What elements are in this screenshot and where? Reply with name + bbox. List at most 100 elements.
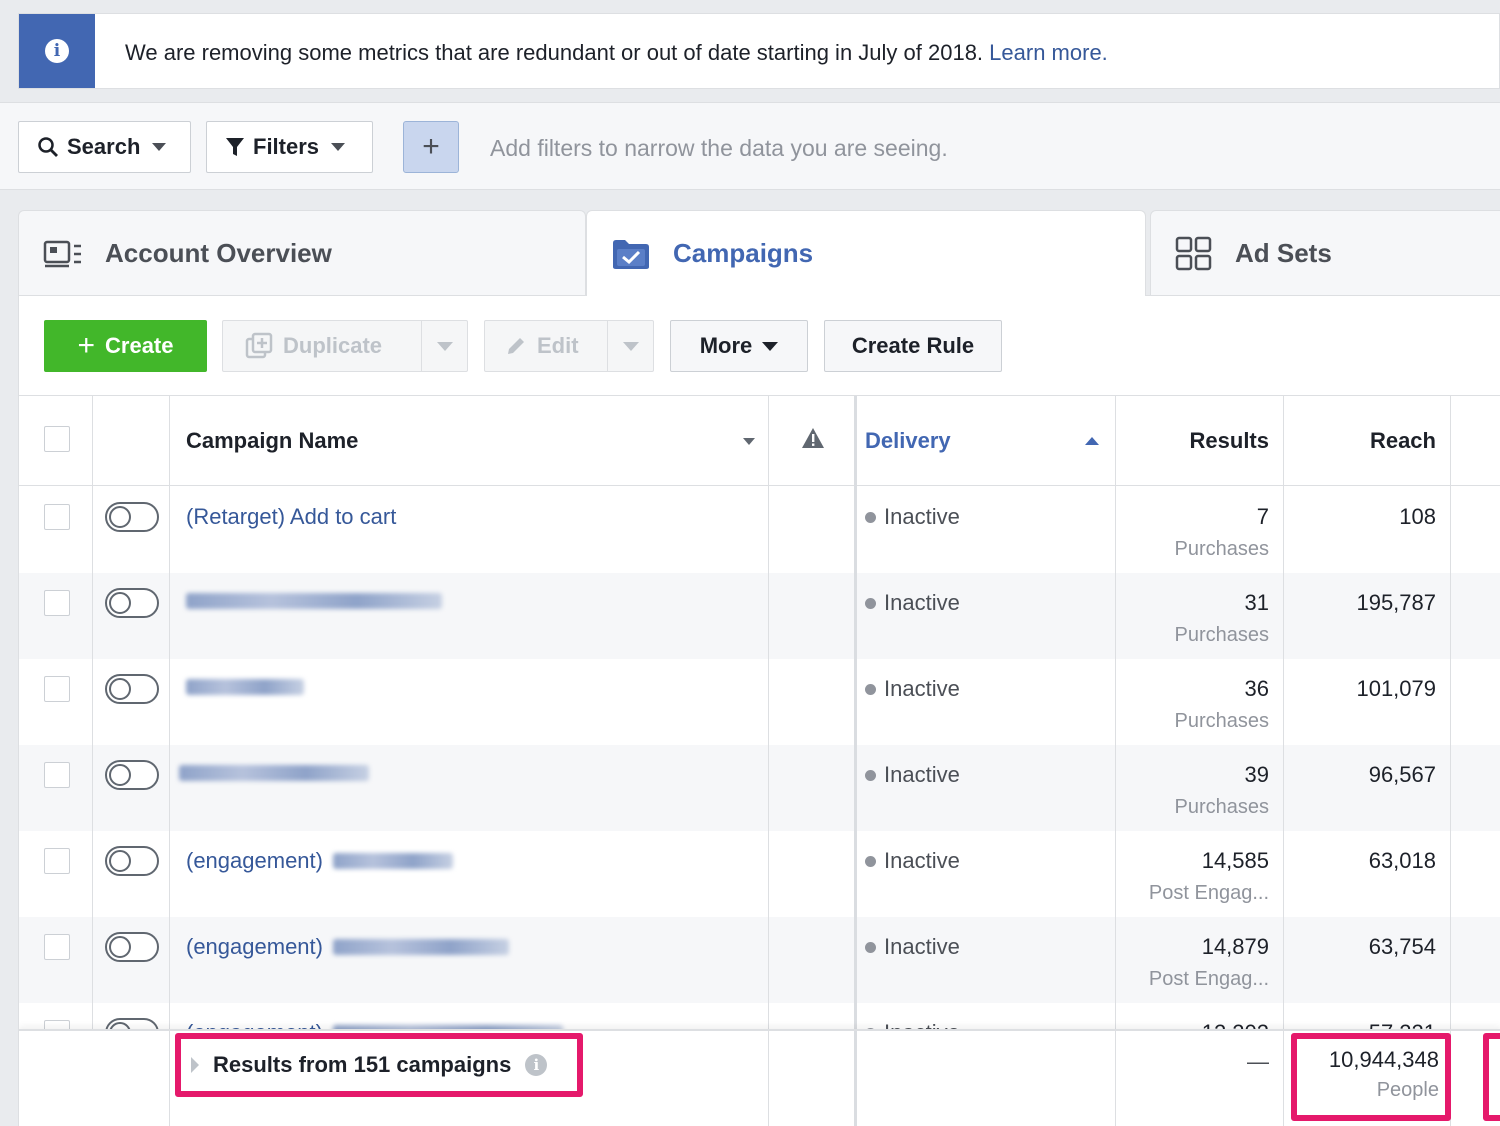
campaign-name-link[interactable] xyxy=(186,593,442,609)
results-cell: 36 Purchases xyxy=(1175,676,1270,733)
reach-value: 195,787 xyxy=(1356,590,1436,615)
delivery-status: Inactive xyxy=(865,848,960,874)
results-cell: 39 Purchases xyxy=(1175,762,1270,819)
tab-account-overview[interactable]: Account Overview xyxy=(18,210,586,296)
results-type: Post Engag... xyxy=(1148,968,1269,990)
campaign-toggle[interactable] xyxy=(105,588,159,618)
table-row[interactable]: (Retarget) Add to cart Inactive 7 Purchas… xyxy=(19,487,1500,573)
highlight-box xyxy=(1483,1033,1500,1121)
chevron-down-icon xyxy=(152,143,167,151)
column-divider xyxy=(1450,396,1451,1126)
column-divider xyxy=(1283,1031,1284,1126)
table-row[interactable]: Inactive 39 Purchases 96,567 xyxy=(19,745,1500,831)
campaign-name-link[interactable] xyxy=(179,765,369,781)
reach-value: 63,018 xyxy=(1368,848,1436,873)
campaign-toggle[interactable] xyxy=(105,846,159,876)
results-value: 31 xyxy=(1244,590,1269,615)
chevron-down-icon xyxy=(762,341,779,351)
edit-dropdown[interactable] xyxy=(607,321,653,371)
campaigns-panel: + Create Duplicate Edit More Create Rule… xyxy=(18,295,1500,1126)
tab-label: Campaigns xyxy=(673,238,814,268)
campaign-toggle[interactable] xyxy=(105,760,159,790)
toggle-knob xyxy=(109,592,131,614)
row-checkbox[interactable] xyxy=(44,504,70,530)
campaign-name-link[interactable] xyxy=(186,679,304,695)
campaign-name-link[interactable]: (engagement) xyxy=(186,934,509,960)
search-button[interactable]: Search xyxy=(18,121,191,173)
campaign-name-link[interactable]: (Retarget) Add to cart xyxy=(186,504,396,530)
campaign-name: (Retarget) Add to cart xyxy=(186,504,397,529)
create-rule-button[interactable]: Create Rule xyxy=(824,320,1002,372)
campaign-toggle[interactable] xyxy=(105,674,159,704)
info-icon: i xyxy=(45,39,69,63)
column-divider xyxy=(1283,396,1284,1126)
results-cell: 14,585 Post Engag... xyxy=(1149,848,1269,905)
row-checkbox[interactable] xyxy=(44,762,70,788)
account-overview-icon xyxy=(43,240,81,267)
row-checkbox[interactable] xyxy=(44,590,70,616)
delivery-label: Inactive xyxy=(884,934,960,959)
info-icon[interactable]: i xyxy=(525,1054,548,1076)
sort-ascending-icon[interactable] xyxy=(1085,436,1099,446)
delivery-label: Inactive xyxy=(884,504,960,529)
table-row[interactable]: Inactive 36 Purchases 101,079 xyxy=(19,659,1500,745)
add-filter-button[interactable]: + xyxy=(403,121,459,173)
duplicate-button[interactable]: Duplicate xyxy=(222,320,468,372)
ad-sets-grid-icon xyxy=(1175,236,1212,270)
tab-ad-sets[interactable]: Ad Sets xyxy=(1150,210,1500,296)
status-dot-icon xyxy=(865,683,876,695)
row-checkbox[interactable] xyxy=(44,934,70,960)
table-row[interactable]: Inactive 31 Purchases 195,787 xyxy=(19,573,1500,659)
table-row[interactable]: (engagement) Inactive 14,585 Post Engag..… xyxy=(19,831,1500,917)
select-all-checkbox[interactable] xyxy=(44,426,70,452)
column-header-campaign-name[interactable]: Campaign Name xyxy=(186,428,358,454)
more-button[interactable]: More xyxy=(670,320,808,372)
column-header-delivery[interactable]: Delivery xyxy=(865,428,951,454)
table-header: Campaign Name Delivery Results Reach xyxy=(19,396,1500,486)
redacted-name xyxy=(186,593,442,609)
column-header-results[interactable]: Results xyxy=(1190,428,1269,454)
chevron-down-icon[interactable] xyxy=(743,438,755,445)
campaign-name: (engagement) xyxy=(186,934,323,959)
results-summary-label: Results from 151 campaigns xyxy=(213,1052,512,1077)
campaign-toggle[interactable] xyxy=(105,932,159,962)
warning-icon[interactable] xyxy=(801,427,825,449)
delivery-status: Inactive xyxy=(865,590,960,616)
duplicate-icon xyxy=(245,332,273,359)
column-divider xyxy=(768,396,769,1126)
duplicate-dropdown[interactable] xyxy=(421,321,467,371)
row-checkbox[interactable] xyxy=(44,676,70,702)
reach-total: 10,944,348 People xyxy=(1291,1033,1451,1121)
campaigns-table: (Retarget) Add to cart Inactive 7 Purchas… xyxy=(19,395,1500,1126)
column-header-reach[interactable]: Reach xyxy=(1370,428,1436,454)
toggle-knob xyxy=(109,850,131,872)
campaign-name-link[interactable]: (engagement) xyxy=(186,848,453,874)
campaign-toggle[interactable] xyxy=(105,502,159,532)
create-button[interactable]: + Create xyxy=(44,320,207,372)
results-cell: 31 Purchases xyxy=(1175,590,1270,647)
delivery-label: Inactive xyxy=(884,676,960,701)
results-value: 36 xyxy=(1244,676,1269,701)
learn-more-link[interactable]: Learn more. xyxy=(989,40,1108,65)
results-type: Purchases xyxy=(1174,710,1270,732)
filters-label: Filters xyxy=(253,134,320,159)
search-label: Search xyxy=(67,134,141,159)
tab-campaigns[interactable]: Campaigns xyxy=(586,210,1146,296)
notice-message: We are removing some metrics that are re… xyxy=(125,40,984,65)
results-value: 7 xyxy=(1256,504,1269,529)
table-row[interactable]: (engagement) Inactive 14,879 Post Engag..… xyxy=(19,917,1500,1003)
duplicate-label: Duplicate xyxy=(283,333,383,358)
column-divider xyxy=(169,1031,170,1126)
filters-button[interactable]: Filters xyxy=(206,121,373,173)
expand-arrow-icon[interactable] xyxy=(191,1057,199,1073)
reach-value: 63,754 xyxy=(1368,934,1436,959)
toggle-knob xyxy=(109,678,131,700)
edit-button[interactable]: Edit xyxy=(484,320,654,372)
delivery-status: Inactive xyxy=(865,676,960,702)
redacted-name xyxy=(186,679,304,695)
results-cell: 7 Purchases xyxy=(1175,504,1270,561)
notice-icon-box: i xyxy=(19,14,95,88)
status-dot-icon xyxy=(865,941,876,953)
results-summary[interactable]: Results from 151 campaigns i xyxy=(175,1033,583,1097)
row-checkbox[interactable] xyxy=(44,848,70,874)
